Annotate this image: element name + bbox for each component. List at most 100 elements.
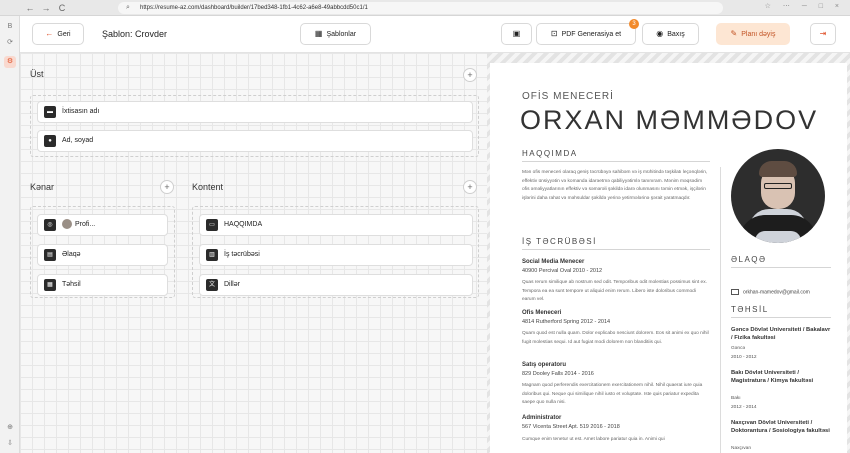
contact-heading: ƏLAQƏ bbox=[731, 255, 767, 264]
resume-role: OFİS MENECERİ bbox=[522, 91, 614, 102]
briefcase-icon: ▥ bbox=[206, 249, 218, 261]
camera-icon: ◎ bbox=[44, 219, 56, 231]
job-description: Magnam quod perferendis exercitationem e… bbox=[522, 383, 703, 405]
job-title: Ofis Meneceri bbox=[522, 310, 562, 316]
plan-label: Planı dəyiş bbox=[741, 31, 776, 38]
site-info-icon: ⌕ bbox=[126, 4, 130, 11]
pdf-count-badge: 3 bbox=[629, 19, 639, 29]
block-label: Ad, soyad bbox=[62, 137, 94, 144]
column-divider bbox=[720, 167, 721, 453]
eye-icon: ◉ bbox=[656, 29, 664, 38]
browser-toolbar: ← → C ⌕ https://resume-az.com/dashboard/… bbox=[0, 0, 850, 16]
strip-history-icon[interactable]: ⟳ bbox=[4, 37, 16, 49]
window-controls[interactable]: ☆ ⋯ ─ □ × bbox=[765, 2, 844, 10]
job-meta: 40900 Percival Oval 2010 - 2012 bbox=[522, 268, 603, 274]
job-title: Social Media Menecer bbox=[522, 259, 585, 265]
block-education[interactable]: ▦ Təhsil bbox=[37, 274, 168, 296]
job-meta: 829 Dooley Falls 2014 - 2016 bbox=[522, 371, 594, 377]
badge-icon: ▬ bbox=[44, 106, 56, 118]
strip-extension-icon[interactable]: ⚙ bbox=[4, 56, 16, 68]
block-job-title[interactable]: ▬ İxtisasın adı bbox=[37, 101, 473, 123]
resume-name: ORXAN MƏMMƏDOV bbox=[520, 105, 819, 135]
top-dropzone[interactable]: ▬ İxtisasın adı ● Ad, soyad bbox=[30, 95, 479, 157]
about-icon: ▭ bbox=[206, 219, 218, 231]
education-icon: ▦ bbox=[44, 279, 56, 291]
block-contact[interactable]: ▤ Əlaqə bbox=[37, 244, 168, 266]
block-full-name[interactable]: ● Ad, soyad bbox=[37, 130, 473, 152]
block-label: İş təcrübəsi bbox=[224, 251, 260, 258]
education-city: Naxçıvan bbox=[731, 446, 751, 451]
preview-button[interactable]: ◉ Baxış bbox=[642, 23, 699, 45]
content-dropzone[interactable]: ▭ HAQQIMDA ▥ İş təcrübəsi 文 Dillər bbox=[192, 206, 479, 298]
add-top-block-button[interactable]: + bbox=[463, 68, 477, 82]
work-heading: İŞ TƏCRÜBƏSİ bbox=[522, 237, 597, 246]
browser-forward-icon[interactable]: → bbox=[40, 2, 52, 14]
mail-icon bbox=[731, 289, 739, 295]
resume-page: OFİS MENECERİ ORXAN MƏMMƏDOV HAQQIMDA Mə… bbox=[490, 63, 847, 453]
strip-download-icon[interactable]: ⇩ bbox=[4, 438, 16, 450]
url-text: https://resume-az.com/dashboard/builder/… bbox=[140, 5, 368, 11]
education-school: Naxçıvan Dövlət Universiteti / Doktorant… bbox=[731, 420, 830, 434]
back-button[interactable]: ← Geri bbox=[32, 23, 84, 45]
browser-back-icon[interactable]: ← bbox=[24, 2, 36, 14]
layout-builder: Üst + ▬ İxtisasın adı ● Ad, soyad Kənar + … bbox=[20, 53, 487, 453]
exit-button[interactable]: ⇥ bbox=[810, 23, 836, 45]
work-rule bbox=[522, 249, 710, 250]
education-years: 2010 - 2012 bbox=[731, 355, 757, 360]
templates-button[interactable]: ▦ Şablonlar bbox=[300, 23, 371, 45]
job-description: Quas rerum similique ab nostrum sed odit… bbox=[522, 280, 707, 302]
user-icon: ● bbox=[44, 135, 56, 147]
block-label: Əlaqə bbox=[62, 251, 81, 258]
change-plan-button[interactable]: ✎ Planı dəyiş bbox=[716, 23, 790, 45]
block-label: Təhsil bbox=[62, 281, 81, 288]
section-title-top: Üst bbox=[30, 69, 44, 79]
email-text: orkhan-mamedov@gmail.com bbox=[743, 289, 810, 296]
strip-bookmark-icon[interactable]: B bbox=[4, 21, 16, 33]
profile-avatar bbox=[62, 219, 72, 230]
about-text: Mən ofis meneceri olaraq geniş təcrübəyə… bbox=[522, 170, 708, 201]
contact-icon: ▤ bbox=[44, 249, 56, 261]
education-school: Bakı Dövlət Universiteti / Magistratura … bbox=[731, 370, 814, 384]
pdf-label: PDF Generasiya et bbox=[561, 31, 622, 38]
job-title: Satış operatoru bbox=[522, 362, 567, 368]
address-bar[interactable]: ⌕ https://resume-az.com/dashboard/builde… bbox=[118, 2, 723, 14]
job-description: Cumque enim tenetur ut est. Amet labore … bbox=[522, 437, 665, 442]
add-side-block-button[interactable]: + bbox=[160, 180, 174, 194]
contact-email: orkhan-mamedov@gmail.com bbox=[731, 289, 810, 295]
contact-rule bbox=[731, 267, 831, 268]
block-label: Dillər bbox=[224, 281, 240, 288]
browser-side-strip: B ⟳ ⚙ ⊕ ⇩ bbox=[0, 16, 20, 453]
template-title: Şablon: Crovder bbox=[102, 29, 168, 39]
back-label: Geri bbox=[57, 31, 71, 38]
profile-photo bbox=[731, 149, 825, 243]
strip-add-icon[interactable]: ⊕ bbox=[4, 422, 16, 434]
education-school: Gəncə Dövlət Universiteti / Bakalavr / F… bbox=[731, 327, 831, 341]
side-dropzone[interactable]: ◎ Profi... ▤ Əlaqə ▦ Təhsil bbox=[30, 206, 175, 298]
block-label: HAQQIMDA bbox=[224, 221, 263, 228]
about-heading: HAQQIMDA bbox=[522, 149, 578, 158]
education-years: 2012 - 2014 bbox=[731, 405, 757, 410]
document-button[interactable]: ▣ bbox=[501, 23, 532, 45]
add-content-block-button[interactable]: + bbox=[463, 180, 477, 194]
block-work-experience[interactable]: ▥ İş təcrübəsi bbox=[199, 244, 473, 266]
preview-label: Baxış bbox=[667, 31, 685, 38]
builder-toolbar: ← Geri Şablon: Crovder ▦ Şablonlar ▣ ⊡ PDF … bbox=[20, 16, 850, 53]
pdf-generate-button[interactable]: ⊡ PDF Generasiya et 3 bbox=[536, 19, 639, 45]
plan-icon: ✎ bbox=[730, 29, 738, 38]
arrow-left-icon: ← bbox=[45, 29, 54, 38]
reload-icon[interactable]: C bbox=[56, 2, 68, 14]
templates-label: Şablonlar bbox=[326, 31, 357, 38]
education-rule bbox=[731, 317, 831, 318]
block-about[interactable]: ▭ HAQQIMDA bbox=[199, 214, 473, 236]
education-city: Gəncə bbox=[731, 346, 746, 351]
document-icon: ▣ bbox=[512, 29, 521, 38]
job-description: Quam quod est nulla quam. Dolor explicab… bbox=[522, 331, 709, 345]
translate-icon: 文 bbox=[206, 279, 218, 291]
section-title-content: Kontent bbox=[192, 182, 224, 192]
pdf-icon: ⊡ bbox=[550, 29, 558, 38]
section-title-side: Kənar bbox=[30, 182, 55, 192]
block-profile[interactable]: ◎ Profi... bbox=[37, 214, 168, 236]
block-languages[interactable]: 文 Dillər bbox=[199, 274, 473, 296]
block-label: İxtisasın adı bbox=[62, 108, 100, 115]
grid-icon: ▦ bbox=[314, 29, 323, 38]
